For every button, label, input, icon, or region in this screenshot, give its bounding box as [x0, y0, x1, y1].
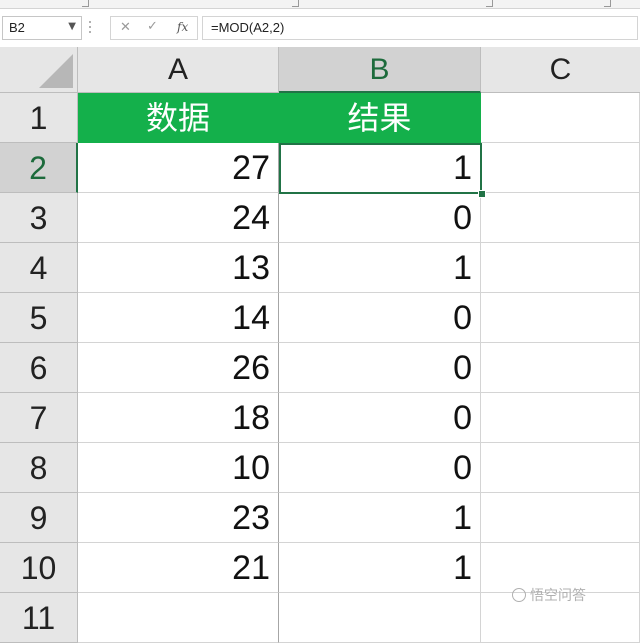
cell-c8[interactable]: [481, 443, 640, 493]
cell-a9[interactable]: 23: [78, 493, 279, 543]
row-header-7[interactable]: 7: [0, 393, 78, 443]
cell-a2[interactable]: 27: [78, 143, 279, 193]
insert-function-icon[interactable]: fx: [177, 20, 188, 34]
column-header-c[interactable]: C: [481, 47, 640, 93]
watermark: 悟空问答: [512, 585, 586, 605]
name-box-value: B2: [9, 20, 25, 35]
alignment-launcher-icon[interactable]: [486, 0, 493, 7]
cell-b10[interactable]: 1: [279, 543, 481, 593]
cell-a1[interactable]: 数据: [78, 93, 279, 143]
cell-c5[interactable]: [481, 293, 640, 343]
cell-c7[interactable]: [481, 393, 640, 443]
row-header-1[interactable]: 1: [0, 93, 78, 143]
watermark-text: 悟空问答: [530, 588, 586, 604]
cell-b1[interactable]: 结果: [279, 93, 481, 143]
cancel-icon[interactable]: ✕: [120, 20, 131, 35]
select-all-icon: [39, 54, 73, 88]
cell-a10[interactable]: 21: [78, 543, 279, 593]
formula-text: =MOD(A2,2): [211, 20, 285, 35]
cell-b6[interactable]: 0: [279, 343, 481, 393]
cell-a4[interactable]: 13: [78, 243, 279, 293]
formula-buttons: ✕ ✓ fx: [110, 16, 198, 40]
cell-b8[interactable]: 0: [279, 443, 481, 493]
formula-bar: B2 ▼ ✕ ✓ fx =MOD(A2,2): [0, 9, 640, 48]
row-header-4[interactable]: 4: [0, 243, 78, 293]
formula-input[interactable]: =MOD(A2,2): [202, 16, 638, 40]
row-header-2[interactable]: 2: [0, 143, 78, 193]
column-header-a[interactable]: A: [78, 47, 279, 93]
cell-b4[interactable]: 1: [279, 243, 481, 293]
row-header-9[interactable]: 9: [0, 493, 78, 543]
cell-b11[interactable]: [279, 593, 481, 643]
cell-b7[interactable]: 0: [279, 393, 481, 443]
select-all-button[interactable]: [0, 47, 78, 93]
row-header-3[interactable]: 3: [0, 193, 78, 243]
cell-c9[interactable]: [481, 493, 640, 543]
cell-b2[interactable]: 1: [279, 143, 481, 193]
cell-a5[interactable]: 14: [78, 293, 279, 343]
cell-a7[interactable]: 18: [78, 393, 279, 443]
font-launcher-icon[interactable]: [292, 0, 299, 7]
cell-b3[interactable]: 0: [279, 193, 481, 243]
clipboard-launcher-icon[interactable]: [82, 0, 89, 7]
ribbon-strip: [0, 0, 640, 9]
cell-b5[interactable]: 0: [279, 293, 481, 343]
logo-icon: [512, 588, 526, 602]
cell-a11[interactable]: [78, 593, 279, 643]
cell-c6[interactable]: [481, 343, 640, 393]
cell-a3[interactable]: 24: [78, 193, 279, 243]
spreadsheet-grid: A B C 1 数据 结果 2 27 1 3 24 0 4 13 1 5 14 0 6 26 0 7 18 0 8 10 0 9…: [0, 47, 640, 643]
row-header-8[interactable]: 8: [0, 443, 78, 493]
row-header-11[interactable]: 11: [0, 593, 78, 643]
cell-c4[interactable]: [481, 243, 640, 293]
cell-a6[interactable]: 26: [78, 343, 279, 393]
cell-c2[interactable]: [481, 143, 640, 193]
column-header-b[interactable]: B: [279, 47, 481, 93]
chevron-down-icon[interactable]: ▼: [68, 21, 76, 32]
check-icon[interactable]: ✓: [147, 19, 158, 34]
cell-b9[interactable]: 1: [279, 493, 481, 543]
number-launcher-icon[interactable]: [604, 0, 611, 7]
resize-handle[interactable]: [88, 21, 92, 37]
row-header-6[interactable]: 6: [0, 343, 78, 393]
name-box[interactable]: B2 ▼: [2, 16, 82, 40]
cell-a8[interactable]: 10: [78, 443, 279, 493]
cell-c1[interactable]: [481, 93, 640, 143]
row-header-10[interactable]: 10: [0, 543, 78, 593]
fill-handle[interactable]: [478, 190, 486, 198]
row-header-5[interactable]: 5: [0, 293, 78, 343]
cell-c3[interactable]: [481, 193, 640, 243]
